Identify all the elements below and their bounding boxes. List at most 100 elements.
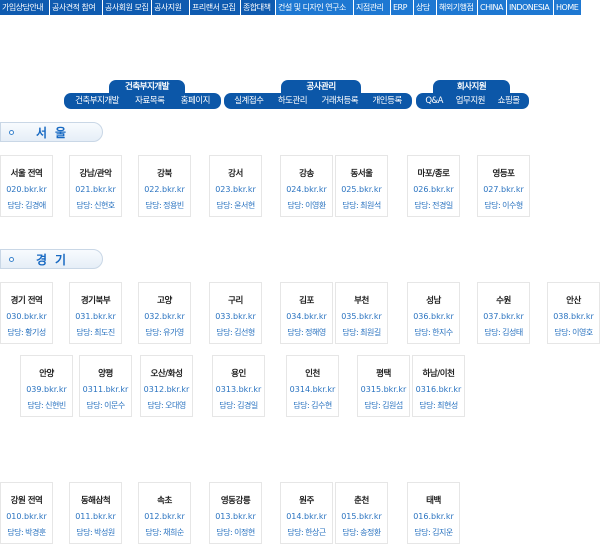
menu-item[interactable]: 실계접수 bbox=[234, 93, 264, 109]
topnav-item[interactable]: CHINA bbox=[478, 0, 506, 15]
branch-url-link[interactable]: 021.bkr.kr bbox=[70, 185, 121, 194]
branch-url-link[interactable]: 036.bkr.kr bbox=[408, 312, 459, 321]
menu-item[interactable]: 건축부지개발 bbox=[75, 93, 119, 109]
branch-card[interactable]: 수원 037.bkr.kr 담당: 김성태 bbox=[477, 282, 530, 344]
branch-card[interactable]: 강서 023.bkr.kr 담당: 윤서현 bbox=[209, 155, 262, 217]
branch-card[interactable]: 태백 016.bkr.kr 담당: 김지운 bbox=[407, 482, 460, 544]
branch-url-link[interactable]: 035.bkr.kr bbox=[336, 312, 387, 321]
branch-card[interactable]: 마포/종로 026.bkr.kr 담당: 전경일 bbox=[407, 155, 460, 217]
branch-card[interactable]: 원주 014.bkr.kr 담당: 한상근 bbox=[280, 482, 333, 544]
branch-card[interactable]: 영등포 027.bkr.kr 담당: 이수형 bbox=[477, 155, 530, 217]
branch-manager: 담당: 최도진 bbox=[76, 328, 115, 337]
branch-name: 마포/종로 bbox=[417, 169, 450, 179]
branch-name: 구리 bbox=[228, 296, 243, 306]
branch-card[interactable]: 구리 033.bkr.kr 담당: 김선형 bbox=[209, 282, 262, 344]
topnav-item[interactable]: 건설 및 디자인 연구소 bbox=[276, 0, 353, 15]
topnav-item[interactable]: 종합대책 bbox=[241, 0, 275, 15]
branch-card[interactable]: 양평 0311.bkr.kr 담당: 이문수 bbox=[79, 355, 132, 417]
branch-card[interactable]: 안산 038.bkr.kr 담당: 이영호 bbox=[547, 282, 600, 344]
topnav-item[interactable]: 가입상담안내 bbox=[0, 0, 49, 15]
topnav-item[interactable]: INDONESIA bbox=[507, 0, 553, 15]
branch-url-link[interactable]: 022.bkr.kr bbox=[139, 185, 190, 194]
branch-url-link[interactable]: 038.bkr.kr bbox=[548, 312, 599, 321]
branch-card[interactable]: 인천 0314.bkr.kr 담당: 김수현 bbox=[286, 355, 339, 417]
branch-card[interactable]: 속초 012.bkr.kr 담당: 채희순 bbox=[138, 482, 191, 544]
branch-url-link[interactable]: 0315.bkr.kr bbox=[358, 385, 409, 394]
branch-card[interactable]: 하남/이천 0316.bkr.kr 담당: 최현성 bbox=[412, 355, 465, 417]
branch-name: 성남 bbox=[426, 296, 441, 306]
branch-url-link[interactable]: 030.bkr.kr bbox=[1, 312, 52, 321]
branch-url-link[interactable]: 032.bkr.kr bbox=[139, 312, 190, 321]
branch-card[interactable]: 서울 전역 020.bkr.kr 담당: 김경애 bbox=[0, 155, 53, 217]
menu-item[interactable]: Q&A bbox=[425, 93, 443, 109]
branch-url-link[interactable]: 015.bkr.kr bbox=[336, 512, 387, 521]
menu-item[interactable]: 하도관리 bbox=[278, 93, 308, 109]
branch-card[interactable]: 춘천 015.bkr.kr 담당: 송정환 bbox=[335, 482, 388, 544]
topnav-item[interactable]: 공사지원 bbox=[152, 0, 189, 15]
branch-url-link[interactable]: 0314.bkr.kr bbox=[287, 385, 338, 394]
branch-card[interactable]: 경기 전역 030.bkr.kr 담당: 황기성 bbox=[0, 282, 53, 344]
branch-url-link[interactable]: 0313.bkr.kr bbox=[213, 385, 264, 394]
branch-url-link[interactable]: 024.bkr.kr bbox=[281, 185, 332, 194]
menu-group-title[interactable]: 건축부지개발 bbox=[109, 80, 185, 94]
branch-url-link[interactable]: 034.bkr.kr bbox=[281, 312, 332, 321]
menu-item[interactable]: 개인등록 bbox=[372, 93, 402, 109]
branch-url-link[interactable]: 025.bkr.kr bbox=[336, 185, 387, 194]
branch-card[interactable]: 동서울 025.bkr.kr 담당: 최원석 bbox=[335, 155, 388, 217]
branch-url-link[interactable]: 037.bkr.kr bbox=[478, 312, 529, 321]
branch-card[interactable]: 강남/관악 021.bkr.kr 담당: 신현호 bbox=[69, 155, 122, 217]
branch-url-link[interactable]: 039.bkr.kr bbox=[21, 385, 72, 394]
branch-url-link[interactable]: 023.bkr.kr bbox=[210, 185, 261, 194]
menu-item[interactable]: 홈페이지 bbox=[181, 93, 211, 109]
branch-name: 춘천 bbox=[354, 496, 369, 506]
bullet-icon bbox=[9, 256, 14, 262]
topnav-item[interactable]: HOME bbox=[554, 0, 581, 15]
branch-card[interactable]: 부천 035.bkr.kr 담당: 최원길 bbox=[335, 282, 388, 344]
branch-url-link[interactable]: 0311.bkr.kr bbox=[80, 385, 131, 394]
branch-url-link[interactable]: 033.bkr.kr bbox=[210, 312, 261, 321]
menu-group-title[interactable]: 회사지원 bbox=[433, 80, 510, 94]
topnav-item[interactable]: 해외기행점 bbox=[437, 0, 477, 15]
menu-item[interactable]: 자료목록 bbox=[135, 93, 165, 109]
branch-url-link[interactable]: 016.bkr.kr bbox=[408, 512, 459, 521]
branch-url-link[interactable]: 012.bkr.kr bbox=[139, 512, 190, 521]
branch-url-link[interactable]: 011.bkr.kr bbox=[70, 512, 121, 521]
top-navigation: 가입상담안내 공사견적 참여 공사회원 모집 공사지원 프리랜서 모집 종합대책 건설 및 … bbox=[0, 0, 600, 15]
branch-url-link[interactable]: 0312.bkr.kr bbox=[141, 385, 192, 394]
branch-card[interactable]: 성남 036.bkr.kr 담당: 한지수 bbox=[407, 282, 460, 344]
branch-card[interactable]: 오산/화성 0312.bkr.kr 담당: 오대영 bbox=[140, 355, 193, 417]
branch-card[interactable]: 고양 032.bkr.kr 담당: 유가영 bbox=[138, 282, 191, 344]
branch-url-link[interactable]: 014.bkr.kr bbox=[281, 512, 332, 521]
branch-url-link[interactable]: 013.bkr.kr bbox=[210, 512, 261, 521]
branch-card[interactable]: 용인 0313.bkr.kr 담당: 김경일 bbox=[212, 355, 265, 417]
branch-card[interactable]: 강송 024.bkr.kr 담당: 이영환 bbox=[280, 155, 333, 217]
topnav-item[interactable]: 프리랜서 모집 bbox=[190, 0, 240, 15]
branch-url-link[interactable]: 010.bkr.kr bbox=[1, 512, 52, 521]
branch-url-link[interactable]: 031.bkr.kr bbox=[70, 312, 121, 321]
topnav-item[interactable]: 공사견적 참여 bbox=[50, 0, 102, 15]
topnav-item[interactable]: 상담 bbox=[414, 0, 436, 15]
branch-card[interactable]: 김포 034.bkr.kr 담당: 정해영 bbox=[280, 282, 333, 344]
branch-url-link[interactable]: 027.bkr.kr bbox=[478, 185, 529, 194]
menu-item[interactable]: 쇼핑몰 bbox=[498, 93, 520, 109]
menu-item[interactable]: 업무지원 bbox=[456, 93, 486, 109]
branch-card[interactable]: 동해삼척 011.bkr.kr 담당: 박성원 bbox=[69, 482, 122, 544]
branch-url-link[interactable]: 0316.bkr.kr bbox=[413, 385, 464, 394]
branch-manager: 담당: 최원석 bbox=[342, 201, 381, 210]
branch-url-link[interactable]: 026.bkr.kr bbox=[408, 185, 459, 194]
branch-card[interactable]: 안양 039.bkr.kr 담당: 신현빈 bbox=[20, 355, 73, 417]
topnav-item[interactable]: 공사회원 모집 bbox=[103, 0, 151, 15]
branch-card[interactable]: 영동강릉 013.bkr.kr 담당: 이정현 bbox=[209, 482, 262, 544]
branch-card[interactable]: 강북 022.bkr.kr 담당: 정용빈 bbox=[138, 155, 191, 217]
branch-name: 용인 bbox=[231, 369, 246, 379]
branch-manager: 담당: 신현호 bbox=[76, 201, 115, 210]
branch-url-link[interactable]: 020.bkr.kr bbox=[1, 185, 52, 194]
menu-group-title[interactable]: 공사관리 bbox=[281, 80, 361, 94]
topnav-item[interactable]: 지점관리 bbox=[354, 0, 390, 15]
branch-card[interactable]: 강원 전역 010.bkr.kr 담당: 박경훈 bbox=[0, 482, 53, 544]
menu-item[interactable]: 거래처등록 bbox=[322, 93, 359, 109]
branch-manager: 담당: 최원길 bbox=[342, 328, 381, 337]
topnav-item[interactable]: ERP bbox=[391, 0, 413, 15]
branch-card[interactable]: 평택 0315.bkr.kr 담당: 김원섭 bbox=[357, 355, 410, 417]
branch-card[interactable]: 경기북부 031.bkr.kr 담당: 최도진 bbox=[69, 282, 122, 344]
